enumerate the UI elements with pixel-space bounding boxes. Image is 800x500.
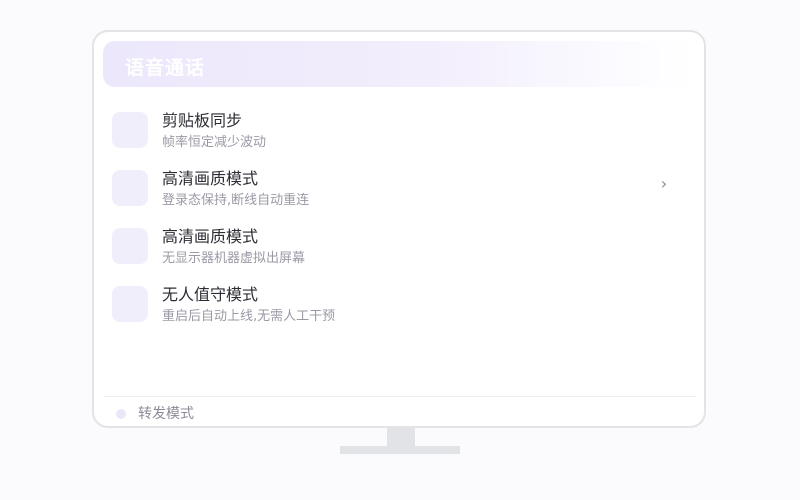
footer-label: 转发模式 bbox=[138, 406, 194, 422]
list-item-subtitle: 帧率恒定减少波动 bbox=[162, 135, 267, 150]
list-item-unattended-mode[interactable]: 无人值守模式 重启后自动上线,无需人工干预 bbox=[112, 284, 672, 342]
unattended-icon bbox=[112, 286, 148, 322]
screen-stage: 语音通话 剪贴板同步 帧率恒定减少波动 高清画质模式 登录态保持,断线自动重连 … bbox=[0, 0, 800, 500]
list-item-subtitle: 重启后自动上线,无需人工干预 bbox=[162, 309, 336, 324]
header-banner: 语音通话 bbox=[103, 41, 695, 87]
list-item-subtitle: 登录态保持,断线自动重连 bbox=[162, 193, 310, 208]
list-item-hd-mode-virtual-display[interactable]: 高清画质模式 无显示器机器虚拟出屏幕 bbox=[112, 226, 672, 284]
monitor-frame: 语音通话 剪贴板同步 帧率恒定减少波动 高清画质模式 登录态保持,断线自动重连 … bbox=[92, 30, 706, 428]
status-dot-icon bbox=[116, 409, 126, 419]
clipboard-sync-icon bbox=[112, 112, 148, 148]
hd-quality-icon bbox=[112, 170, 148, 206]
list-item-clipboard-sync[interactable]: 剪贴板同步 帧率恒定减少波动 bbox=[112, 110, 672, 168]
chevron-right-icon[interactable]: › bbox=[656, 174, 672, 194]
footer-divider bbox=[104, 396, 696, 397]
list-item-title: 无人值守模式 bbox=[162, 285, 259, 304]
list-item-subtitle: 无显示器机器虚拟出屏幕 bbox=[162, 251, 306, 266]
monitor-stand-neck bbox=[387, 428, 415, 446]
list-item-title: 剪贴板同步 bbox=[162, 111, 243, 130]
monitor-stand-base bbox=[340, 446, 460, 454]
list-item-hd-mode-reconnect[interactable]: 高清画质模式 登录态保持,断线自动重连 › bbox=[112, 168, 672, 226]
virtual-display-icon bbox=[112, 228, 148, 264]
header-title: 语音通话 bbox=[125, 57, 206, 79]
list-item-title: 高清画质模式 bbox=[162, 227, 259, 246]
list-item-title: 高清画质模式 bbox=[162, 169, 259, 188]
settings-list: 剪贴板同步 帧率恒定减少波动 高清画质模式 登录态保持,断线自动重连 › 高清画… bbox=[112, 110, 672, 342]
